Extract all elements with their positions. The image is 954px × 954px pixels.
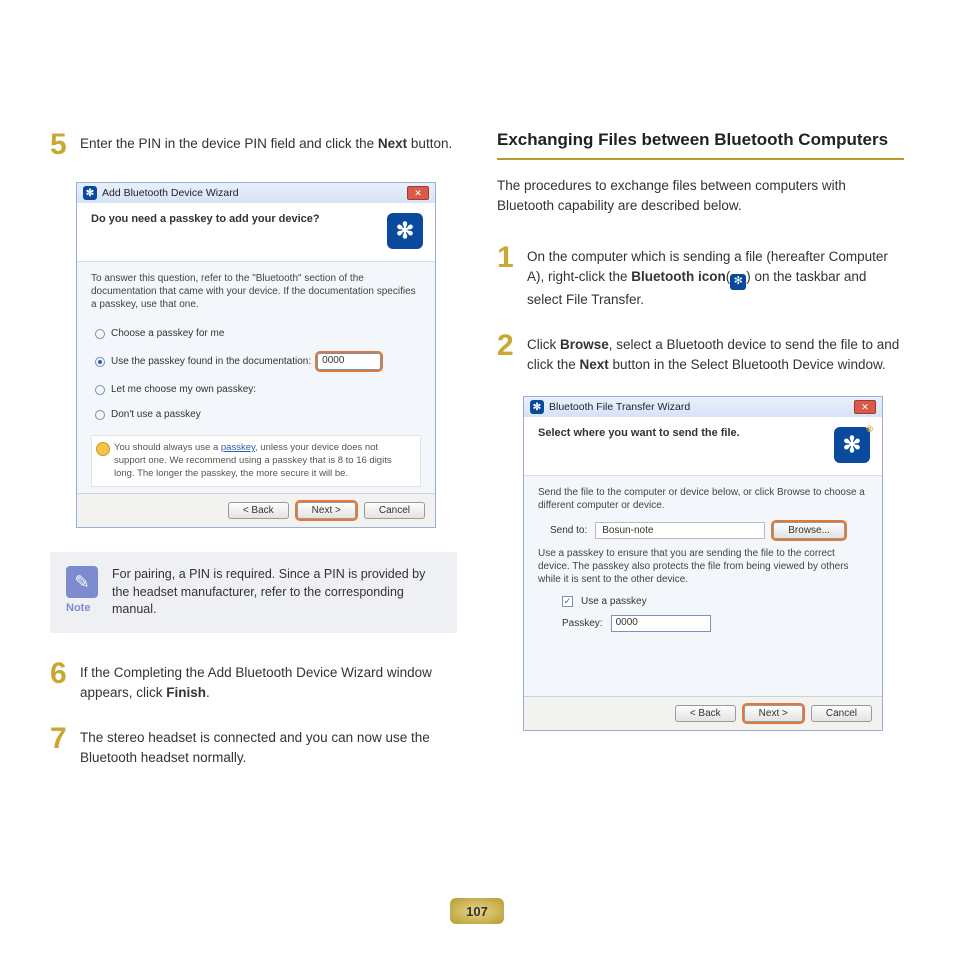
- section-intro: The procedures to exchange files between…: [497, 176, 904, 215]
- browse-button[interactable]: Browse...: [773, 522, 845, 539]
- radio-icon: [95, 385, 105, 395]
- bluetooth-icon: ✻: [530, 400, 544, 414]
- radio-icon: [95, 357, 105, 367]
- bluetooth-icon: ✻: [730, 274, 746, 290]
- bluetooth-icon: ✻: [387, 213, 423, 249]
- step-text: On the computer which is sending a file …: [527, 243, 904, 309]
- page-number: 107: [450, 898, 504, 924]
- next-button[interactable]: Next >: [297, 502, 356, 519]
- radio-choose-own-passkey[interactable]: Let me choose my own passkey:: [91, 377, 421, 402]
- passkey-input[interactable]: 0000: [611, 615, 711, 632]
- step-text: If the Completing the Add Bluetooth Devi…: [80, 659, 457, 702]
- back-button[interactable]: < Back: [228, 502, 289, 519]
- note-text: For pairing, a PIN is required. Since a …: [112, 566, 441, 619]
- passkey-link[interactable]: passkey: [221, 442, 255, 453]
- step-text: Enter the PIN in the device PIN field an…: [80, 130, 452, 160]
- bluetooth-icon: ✻: [83, 186, 97, 200]
- dialog-question: Select where you want to send the file.: [538, 427, 824, 439]
- close-icon[interactable]: ✕: [854, 400, 876, 414]
- radio-icon: [95, 329, 105, 339]
- step-number: 5: [50, 130, 72, 160]
- step-5: 5 Enter the PIN in the device PIN field …: [50, 130, 457, 160]
- dialog-info-text: To answer this question, refer to the "B…: [91, 272, 421, 311]
- note-label: Note: [66, 602, 98, 614]
- passkey-input[interactable]: 0000: [317, 353, 381, 370]
- next-button[interactable]: Next >: [744, 705, 803, 722]
- cancel-button[interactable]: Cancel: [811, 705, 872, 722]
- radio-choose-passkey[interactable]: Choose a passkey for me: [91, 321, 421, 346]
- use-passkey-label: Use a passkey: [581, 596, 647, 607]
- close-icon[interactable]: ✕: [407, 186, 429, 200]
- dialog-titlebar: ✻ Add Bluetooth Device Wizard ✕: [77, 183, 435, 203]
- sendto-label: Send to:: [550, 525, 587, 536]
- dialog-info-text: Send the file to the computer or device …: [538, 486, 868, 512]
- radio-no-passkey[interactable]: Don't use a passkey: [91, 402, 421, 427]
- step-number: 2: [497, 331, 519, 374]
- bluetooth-icon: ✻®: [834, 427, 870, 463]
- step-6: 6 If the Completing the Add Bluetooth De…: [50, 659, 457, 702]
- step-1: 1 On the computer which is sending a fil…: [497, 243, 904, 309]
- note-box: ✎ Note For pairing, a PIN is required. S…: [50, 552, 457, 633]
- step-number: 6: [50, 659, 72, 702]
- radio-use-documentation-passkey[interactable]: Use the passkey found in the documentati…: [91, 346, 421, 377]
- step-number: 1: [497, 243, 519, 309]
- bluetooth-file-transfer-wizard-dialog: ✻ Bluetooth File Transfer Wizard ✕ Selec…: [523, 396, 883, 731]
- passkey-label: Passkey:: [562, 618, 603, 629]
- step-text: Click Browse, select a Bluetooth device …: [527, 331, 904, 374]
- use-passkey-checkbox[interactable]: ✓: [562, 596, 573, 607]
- note-icon: ✎: [66, 566, 98, 598]
- dialog-title-text: Bluetooth File Transfer Wizard: [549, 401, 690, 413]
- warning-box: You should always use a passkey, unless …: [91, 435, 421, 487]
- add-bluetooth-device-wizard-dialog: ✻ Add Bluetooth Device Wizard ✕ Do you n…: [76, 182, 436, 528]
- step-7: 7 The stereo headset is connected and yo…: [50, 724, 457, 767]
- dialog-info-text: Use a passkey to ensure that you are sen…: [538, 547, 868, 586]
- radio-icon: [95, 410, 105, 420]
- sendto-field[interactable]: Bosun-note: [595, 522, 765, 539]
- dialog-titlebar: ✻ Bluetooth File Transfer Wizard ✕: [524, 397, 882, 417]
- dialog-question: Do you need a passkey to add your device…: [91, 213, 377, 225]
- section-heading: Exchanging Files between Bluetooth Compu…: [497, 130, 904, 160]
- cancel-button[interactable]: Cancel: [364, 502, 425, 519]
- step-number: 7: [50, 724, 72, 767]
- step-text: The stereo headset is connected and you …: [80, 724, 457, 767]
- step-2: 2 Click Browse, select a Bluetooth devic…: [497, 331, 904, 374]
- dialog-title-text: Add Bluetooth Device Wizard: [102, 187, 239, 199]
- back-button[interactable]: < Back: [675, 705, 736, 722]
